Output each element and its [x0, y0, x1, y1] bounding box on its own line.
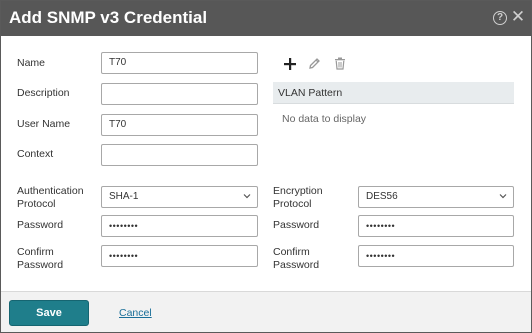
trash-icon[interactable]: [334, 57, 346, 70]
help-icon[interactable]: ?: [493, 11, 507, 25]
dialog-titlebar: Add SNMP v3 Credential ? ✕: [1, 1, 531, 36]
save-button[interactable]: Save: [9, 300, 89, 326]
username-input[interactable]: T70: [101, 114, 258, 136]
vlan-pattern-column-header[interactable]: VLAN Pattern: [273, 82, 514, 104]
context-label: Context: [17, 148, 54, 160]
auth-password-input[interactable]: ••••••••: [101, 215, 258, 237]
dialog-footer: Save Cancel: [1, 291, 531, 332]
enc-protocol-value: DES56: [366, 191, 398, 202]
auth-password-label: Password: [17, 219, 64, 231]
plus-icon[interactable]: [284, 57, 296, 70]
context-input[interactable]: [101, 144, 258, 166]
enc-password-label: Password: [273, 219, 320, 231]
auth-confirm-label-line1: Confirm: [17, 246, 54, 258]
auth-confirm-label-line2: Password: [17, 259, 64, 271]
enc-confirm-label-line2: Password: [273, 259, 320, 271]
chevron-down-icon: [243, 194, 251, 199]
dialog-title: Add SNMP v3 Credential: [9, 8, 208, 27]
username-label: User Name: [17, 118, 71, 130]
add-snmp-v3-credential-dialog: Add SNMP v3 Credential ? ✕ Name T70 Desc…: [0, 0, 532, 333]
name-label: Name: [17, 57, 46, 69]
name-input[interactable]: T70: [101, 52, 258, 74]
auth-confirm-password-input[interactable]: ••••••••: [101, 245, 258, 267]
pencil-icon[interactable]: [308, 57, 321, 70]
enc-protocol-label-line1: Encryption: [273, 185, 323, 197]
cancel-link[interactable]: Cancel: [119, 307, 152, 319]
auth-protocol-value: SHA-1: [109, 191, 139, 202]
description-label: Description: [17, 87, 70, 99]
chevron-down-icon: [499, 194, 507, 199]
auth-protocol-select[interactable]: SHA-1: [101, 186, 258, 208]
vlan-empty-text: No data to display: [282, 113, 367, 125]
enc-protocol-select[interactable]: DES56: [358, 186, 514, 208]
auth-protocol-label-line1: Authentication: [17, 185, 84, 197]
enc-confirm-label-line1: Confirm: [273, 246, 310, 258]
enc-protocol-label-line2: Protocol: [273, 198, 312, 210]
description-input[interactable]: [101, 83, 258, 105]
enc-password-input[interactable]: ••••••••: [358, 215, 514, 237]
auth-protocol-label-line2: Protocol: [17, 198, 56, 210]
close-icon[interactable]: ✕: [510, 8, 526, 26]
enc-confirm-password-input[interactable]: ••••••••: [358, 245, 514, 267]
